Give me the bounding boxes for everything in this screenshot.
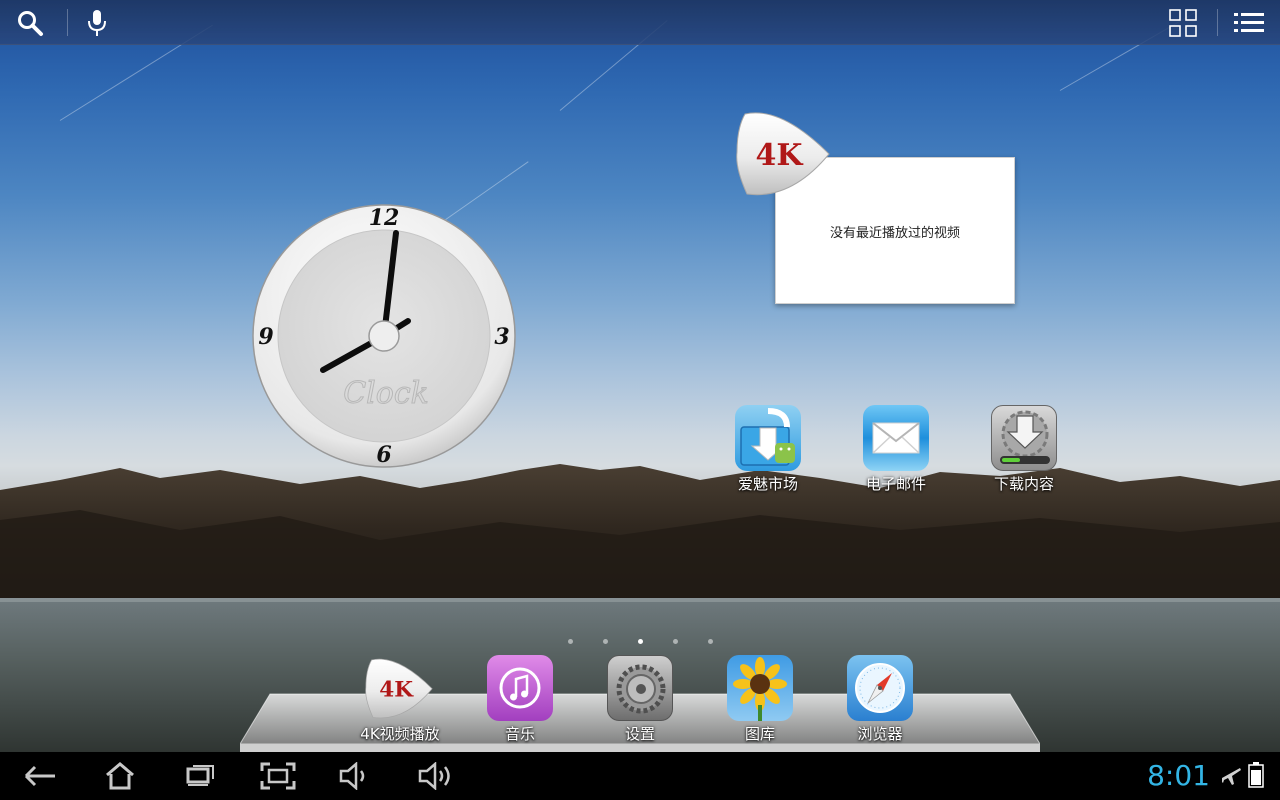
4k-logo-text: 4K [756,138,804,173]
clock-numeral-3: 3 [494,324,509,350]
app-market-icon [735,405,801,471]
volume-up-icon[interactable] [410,756,466,796]
dock-app-browser[interactable]: 浏览器 [825,655,935,744]
dock-app-gallery[interactable]: 图库 [705,655,815,744]
app-email-label: 电子邮件 [865,475,926,493]
page-dot-2[interactable] [603,639,608,644]
back-icon[interactable] [12,756,68,796]
app-market-label: 爱魅市场 [737,475,798,493]
4k-player-logo-text: 4K [379,678,414,703]
dock-app-4k-player[interactable]: 4K 4K视频播放 [345,655,455,744]
settings-gear-icon [607,655,673,721]
dock-app-music-label: 音乐 [504,725,535,743]
page-dot-3-active[interactable] [638,639,643,644]
page-dot-5[interactable] [708,639,713,644]
dock-app-music[interactable]: 音乐 [465,655,575,744]
top-bar-divider [1217,9,1218,36]
apps-grid-icon[interactable] [1166,6,1200,40]
clock-brand-text: Clock [343,376,429,411]
system-nav-bar [0,752,1280,800]
volume-down-icon[interactable] [328,756,384,796]
status-bar-time[interactable]: 8:01 [1140,759,1210,792]
menu-list-icon[interactable] [1232,6,1266,40]
app-email[interactable]: 电子邮件 [841,405,951,494]
dock-app-browser-label: 浏览器 [857,725,903,743]
clock-numeral-6: 6 [376,442,391,468]
screenshot-icon[interactable] [250,756,306,796]
dock-app-gallery-label: 图库 [744,725,775,743]
recent-video-widget[interactable]: 没有最近播放过的视频 4K [733,108,1023,308]
no-recent-video-message: 没有最近播放过的视频 [829,226,960,241]
clock-numeral-9: 9 [258,324,273,350]
4k-logo-icon: 4K [736,112,830,196]
browser-compass-icon [847,655,913,721]
music-icon [487,655,553,721]
gallery-sunflower-icon [727,655,793,721]
analog-clock-widget[interactable]: 12 3 6 9 Clock [251,203,517,469]
airplane-mode-icon [1222,768,1241,785]
app-downloads-label: 下载内容 [993,475,1054,493]
downloads-icon [991,405,1057,471]
app-market[interactable]: 爱魅市场 [713,405,823,494]
recent-apps-icon[interactable] [172,756,228,796]
mic-icon[interactable] [80,6,114,40]
dock-app-4k-player-label: 4K视频播放 [360,725,440,743]
dock-app-settings[interactable]: 设置 [585,655,695,744]
app-downloads[interactable]: 下载内容 [969,405,1079,494]
home-icon[interactable] [92,756,148,796]
battery-icon [1248,762,1264,788]
page-dot-1[interactable] [568,639,573,644]
clock-numeral-12: 12 [369,205,400,231]
email-icon [863,405,929,471]
page-indicator [560,636,720,646]
top-bar [0,0,1280,45]
4k-player-icon: 4K [365,655,433,721]
page-dot-4[interactable] [673,639,678,644]
dock-app-settings-label: 设置 [624,725,655,743]
top-bar-divider [67,9,68,36]
search-icon[interactable] [13,6,47,40]
